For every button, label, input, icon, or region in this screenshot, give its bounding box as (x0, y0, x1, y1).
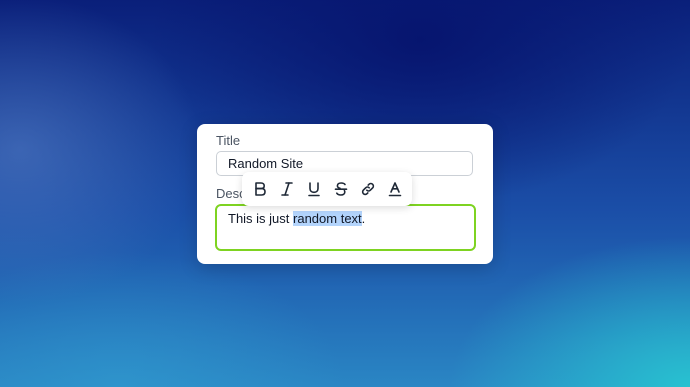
description-text-before: This is just (228, 211, 294, 226)
formatting-toolbar (242, 172, 412, 206)
description-text-after: . (361, 211, 366, 226)
text-color-icon (388, 182, 401, 197)
title-input-value: Random Site (228, 156, 304, 171)
link-icon (361, 182, 374, 196)
bold-icon (254, 182, 266, 196)
title-label: Title (216, 133, 241, 148)
italic-icon (280, 182, 293, 196)
text-color-button[interactable] (381, 176, 408, 202)
underline-button[interactable] (300, 176, 327, 202)
description-selected-text: random text (293, 211, 362, 226)
underline-icon (307, 182, 320, 197)
bold-button[interactable] (246, 176, 273, 202)
strikethrough-button[interactable] (327, 176, 354, 202)
italic-button[interactable] (273, 176, 300, 202)
description-textarea[interactable]: This is just random text. (215, 204, 476, 251)
strikethrough-icon (334, 182, 347, 196)
link-button[interactable] (354, 176, 381, 202)
